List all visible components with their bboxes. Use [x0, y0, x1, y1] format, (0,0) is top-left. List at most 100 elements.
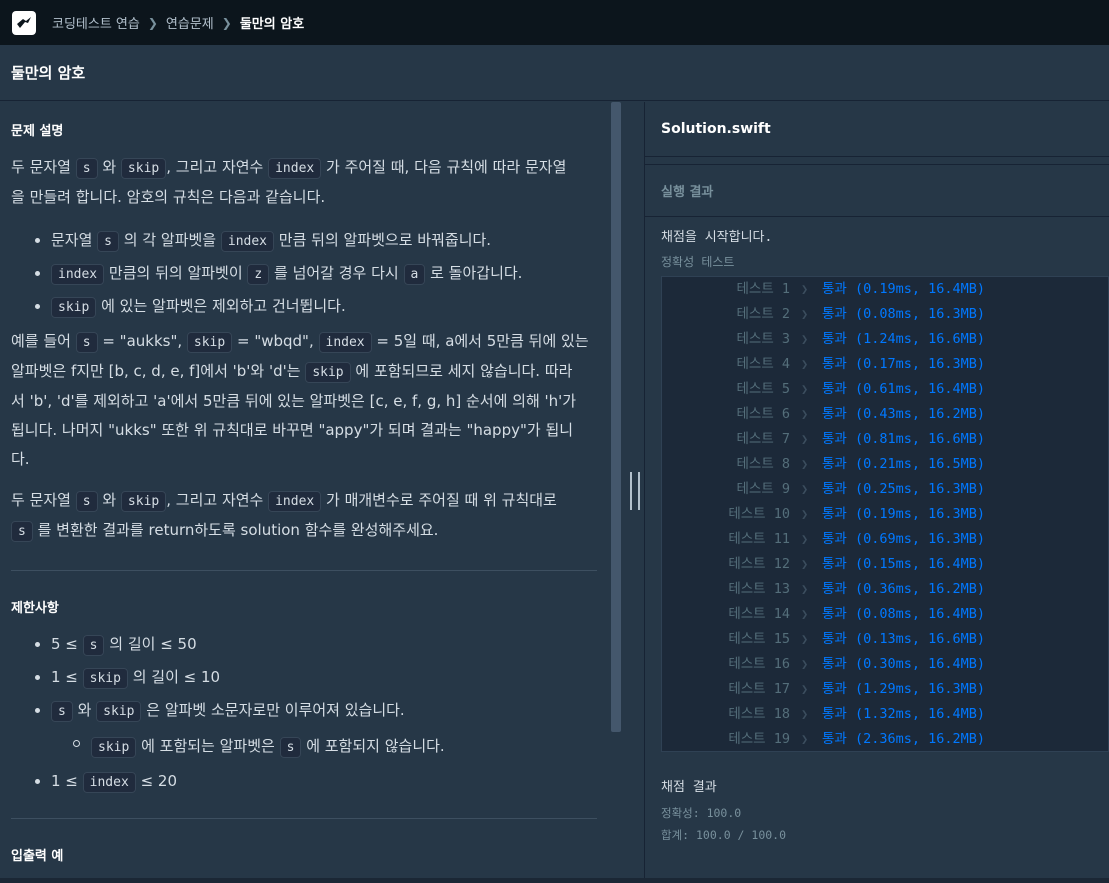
test-name: 테스트 4 — [736, 356, 790, 372]
test-name: 테스트 8 — [736, 456, 790, 472]
test-result: 통과 (0.21ms, 16.5MB) — [822, 456, 986, 472]
section-title-description: 문제 설명 — [11, 124, 64, 139]
test-result: 통과 (1.24ms, 16.6MB) — [822, 331, 986, 347]
divider — [11, 818, 597, 819]
chevron-right-icon: ❯ — [801, 582, 809, 596]
grading-result-title: 채점 결과 — [661, 780, 717, 795]
table-row: 테스트 14 ❯ 통과 (0.08ms, 16.4MB) — [662, 602, 1108, 627]
title-bar: 둘만의 암호 — [0, 45, 1109, 101]
chevron-right-icon: ❯ — [801, 607, 809, 621]
test-name: 테스트 1 — [736, 281, 790, 297]
test-name: 테스트 13 — [728, 581, 790, 597]
test-result: 통과 (0.25ms, 16.3MB) — [822, 481, 986, 497]
description-paragraph-3: 두 문자열 s 와 skip, 그리고 자연수 index 가 매개변수로 주어… — [11, 486, 597, 546]
chevron-right-icon: ❯ — [801, 307, 809, 321]
editor-panel: Solution.swift 실행 결과 채점을 시작합니다. 정확성 테스트 … — [645, 102, 1109, 883]
divider — [11, 570, 597, 571]
breadcrumb-coding-test[interactable]: 코딩테스트 연습 — [52, 13, 140, 32]
table-row: 테스트 6 ❯ 통과 (0.43ms, 16.2MB) — [662, 402, 1108, 427]
list-item: 1 ≤ index ≤ 20 — [11, 765, 597, 798]
list-item: 1 ≤ skip 의 길이 ≤ 10 — [11, 661, 597, 694]
chevron-right-icon: ❯ — [801, 707, 809, 721]
resize-handle-icon[interactable] — [630, 472, 640, 510]
table-row: 테스트 5 ❯ 통과 (0.61ms, 16.4MB) — [662, 377, 1108, 402]
table-row: 테스트 7 ❯ 통과 (0.81ms, 16.6MB) — [662, 427, 1108, 452]
chevron-right-icon: ❯ — [801, 382, 809, 396]
table-row: 테스트 18 ❯ 통과 (1.32ms, 16.4MB) — [662, 702, 1108, 727]
list-item: skip 에 있는 알파벳은 제외하고 건너뜁니다. — [11, 290, 597, 323]
programmers-logo-icon[interactable] — [12, 10, 36, 35]
chevron-right-icon: ❯ — [801, 532, 809, 546]
test-result: 통과 (0.19ms, 16.3MB) — [822, 506, 986, 522]
chevron-right-icon: ❯ — [801, 657, 809, 671]
test-result: 통과 (0.69ms, 16.3MB) — [822, 531, 986, 547]
section-title-io-example: 입출력 예 — [11, 849, 64, 864]
breadcrumb-practice[interactable]: 연습문제 — [166, 13, 214, 32]
test-result: 통과 (2.36ms, 16.2MB) — [822, 731, 986, 747]
chevron-right-icon: ❯ — [801, 457, 809, 471]
list-item: index 만큼의 뒤의 알파벳이 z 를 넘어갈 경우 다시 a 로 돌아갑니… — [11, 257, 597, 290]
breadcrumb: 코딩테스트 연습 ❯ 연습문제 ❯ 둘만의 암호 — [52, 13, 305, 33]
table-row: 테스트 8 ❯ 통과 (0.21ms, 16.5MB) — [662, 452, 1108, 477]
problem-scrollbar[interactable] — [611, 102, 621, 732]
run-result-label: 실행 결과 — [661, 185, 714, 200]
list-item: skip 에 포함되는 알파벳은 s 에 포함되지 않습니다. — [11, 727, 597, 765]
test-result: 통과 (0.61ms, 16.4MB) — [822, 381, 986, 397]
test-name: 테스트 9 — [736, 481, 790, 497]
test-name: 테스트 10 — [728, 506, 790, 522]
table-row: 테스트 12 ❯ 통과 (0.15ms, 16.4MB) — [662, 552, 1108, 577]
problem-panel: 문제 설명 두 문자열 s 와 skip, 그리고 자연수 index 가 주어… — [0, 102, 625, 883]
test-name: 테스트 12 — [728, 556, 790, 572]
test-name: 테스트 2 — [736, 306, 790, 322]
table-row: 테스트 2 ❯ 통과 (0.08ms, 16.3MB) — [662, 302, 1108, 327]
test-result: 통과 (0.30ms, 16.4MB) — [822, 656, 986, 672]
test-result: 통과 (0.13ms, 16.6MB) — [822, 631, 986, 647]
run-result-tab[interactable]: 실행 결과 — [645, 164, 1109, 217]
test-result: 통과 (0.15ms, 16.4MB) — [822, 556, 986, 572]
problem-content: 문제 설명 두 문자열 s 와 skip, 그리고 자연수 index 가 주어… — [11, 102, 597, 864]
total-score: 합계: 100.0 / 100.0 — [661, 828, 787, 842]
table-row: 테스트 11 ❯ 통과 (0.69ms, 16.3MB) — [662, 527, 1108, 552]
chevron-right-icon: ❯ — [801, 482, 809, 496]
test-name: 테스트 11 — [728, 531, 790, 547]
chevron-right-icon: ❯ — [801, 632, 809, 646]
page-title: 둘만의 암호 — [11, 64, 86, 82]
test-result: 통과 (0.08ms, 16.4MB) — [822, 606, 986, 622]
test-results-table: 테스트 1 ❯ 통과 (0.19ms, 16.4MB) 테스트 2 ❯ 통과 (0.08m… — [661, 276, 1109, 752]
section-title-constraints: 제한사항 — [11, 601, 59, 616]
chevron-right-icon: ❯ — [801, 332, 809, 346]
description-paragraph-1: 두 문자열 s 와 skip, 그리고 자연수 index 가 주어질 때, 다… — [11, 158, 567, 206]
test-result: 통과 (0.81ms, 16.6MB) — [822, 431, 986, 447]
list-item: 5 ≤ s 의 길이 ≤ 50 — [11, 628, 597, 661]
test-result: 통과 (0.17ms, 16.3MB) — [822, 356, 986, 372]
table-row: 테스트 4 ❯ 통과 (0.17ms, 16.3MB) — [662, 352, 1108, 377]
test-result: 통과 (0.08ms, 16.3MB) — [822, 306, 986, 322]
chevron-right-icon: ❯ — [801, 507, 809, 521]
table-row: 테스트 13 ❯ 통과 (0.36ms, 16.2MB) — [662, 577, 1108, 602]
top-nav: 코딩테스트 연습 ❯ 연습문제 ❯ 둘만의 암호 — [0, 0, 1109, 45]
test-name: 테스트 15 — [728, 631, 790, 647]
file-tab[interactable]: Solution.swift — [645, 102, 1109, 157]
chevron-right-icon: ❯ — [801, 432, 809, 446]
table-row: 테스트 16 ❯ 통과 (0.30ms, 16.4MB) — [662, 652, 1108, 677]
description-paragraph-2: 예를 들어 s = "aukks", skip = "wbqd", index … — [11, 332, 589, 468]
chevron-right-icon: ❯ — [801, 357, 809, 371]
test-name: 테스트 19 — [728, 731, 790, 747]
table-row: 테스트 17 ❯ 통과 (1.29ms, 16.3MB) — [662, 677, 1108, 702]
table-row: 테스트 1 ❯ 통과 (0.19ms, 16.4MB) — [662, 277, 1108, 302]
constraints-list: 5 ≤ s 의 길이 ≤ 50 1 ≤ skip 의 길이 ≤ 10 s 와 s… — [11, 628, 597, 798]
test-name: 테스트 5 — [736, 381, 790, 397]
grading-start-message: 채점을 시작합니다. — [661, 230, 773, 245]
chevron-right-icon: ❯ — [801, 732, 809, 746]
test-name: 테스트 6 — [736, 406, 790, 422]
test-result: 통과 (0.19ms, 16.4MB) — [822, 281, 986, 297]
table-row: 테스트 15 ❯ 통과 (0.13ms, 16.6MB) — [662, 627, 1108, 652]
test-result: 통과 (0.43ms, 16.2MB) — [822, 406, 986, 422]
table-row: 테스트 3 ❯ 통과 (1.24ms, 16.6MB) — [662, 327, 1108, 352]
chevron-right-icon: ❯ — [801, 682, 809, 696]
table-row: 테스트 19 ❯ 통과 (2.36ms, 16.2MB) — [662, 727, 1108, 752]
chevron-right-icon: ❯ — [801, 557, 809, 571]
breadcrumb-current: 둘만의 암호 — [239, 17, 305, 32]
test-result: 통과 (1.29ms, 16.3MB) — [822, 681, 986, 697]
test-name: 테스트 18 — [728, 706, 790, 722]
